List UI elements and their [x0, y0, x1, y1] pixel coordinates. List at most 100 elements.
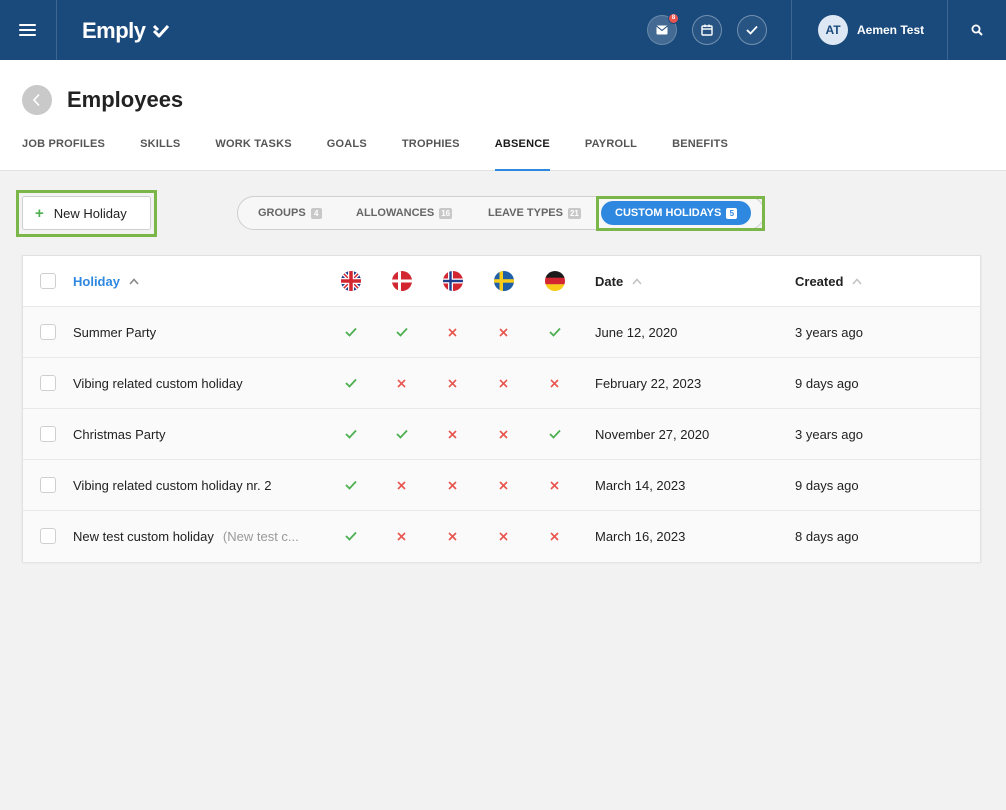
cross-icon [427, 307, 478, 357]
check-icon [325, 409, 376, 459]
tab-absence[interactable]: ABSENCE [494, 138, 551, 171]
segment-groups[interactable]: GROUPS 4 [258, 197, 322, 229]
row-checkbox[interactable] [40, 477, 56, 493]
check-icon [325, 511, 376, 561]
check-icon [376, 307, 427, 357]
table-row[interactable]: Vibing related custom holiday nr. 2 Marc… [23, 460, 980, 511]
cross-icon [376, 358, 427, 408]
table-row[interactable]: Christmas Party November 27, 2020 3 year… [23, 409, 980, 460]
calendar-button[interactable] [692, 15, 722, 45]
cross-icon [529, 460, 580, 510]
segment-label: GROUPS [258, 207, 306, 219]
cross-icon [376, 511, 427, 561]
segment-count: 16 [439, 207, 453, 219]
holiday-date: November 27, 2020 [595, 426, 710, 442]
sweden-flag-icon [493, 271, 514, 291]
search-button[interactable] [948, 0, 1006, 60]
plus-icon: + [35, 204, 44, 222]
check-icon [325, 307, 376, 357]
sort-up-icon[interactable] [129, 277, 139, 285]
uk-flag-icon [340, 271, 361, 291]
holiday-name-cell[interactable]: New test custom holiday (New test c... [73, 511, 299, 561]
holiday-name[interactable]: Christmas Party [73, 409, 165, 459]
row-checkbox[interactable] [40, 375, 56, 391]
tab-job-profiles[interactable]: JOB PROFILES [22, 138, 105, 171]
holiday-created: 8 days ago [795, 528, 859, 544]
cross-icon [478, 307, 529, 357]
mail-button[interactable]: 8 [647, 13, 679, 45]
segment-count: 21 [567, 207, 581, 219]
holiday-name[interactable]: Vibing related custom holiday nr. 2 [73, 460, 272, 510]
holiday-note: (New test c... [222, 528, 299, 544]
row-checkbox[interactable] [40, 528, 56, 544]
holiday-created: 3 years ago [795, 324, 863, 340]
check-icon [529, 409, 580, 459]
segment-leave-types[interactable]: LEAVE TYPES 21 [488, 197, 581, 229]
cross-icon [478, 460, 529, 510]
date-header-label: Date [595, 273, 624, 289]
custom-holidays-table: Holiday Date Created Summer Party June 1… [22, 255, 981, 562]
created-column-header[interactable]: Created [795, 256, 863, 306]
cross-icon [376, 460, 427, 510]
flag-uk [325, 256, 376, 306]
highlight-frame [596, 196, 765, 231]
logo[interactable]: Emply [82, 17, 170, 45]
chevron-left-icon [32, 93, 40, 107]
user-menu[interactable]: AT Aemen Test [818, 15, 924, 45]
page-header: Employees JOB PROFILES SKILLS WORK TASKS… [0, 60, 1006, 171]
table-header-row: Holiday Date Created [23, 256, 980, 307]
holiday-column-header[interactable]: Holiday [73, 256, 139, 306]
tab-payroll[interactable]: PAYROLL [585, 138, 637, 171]
calendar-icon [701, 24, 713, 36]
flag-sweden [478, 256, 529, 306]
table-row[interactable]: Summer Party June 12, 2020 3 years ago [23, 307, 980, 358]
table-row[interactable]: New test custom holiday (New test c... M… [23, 511, 980, 562]
norway-flag-icon [442, 271, 463, 291]
menu-icon[interactable] [0, 0, 56, 60]
holiday-name: New test custom holiday [73, 528, 214, 544]
top-bar: Emply 8 AT Aemen Test [0, 0, 1006, 60]
holiday-name[interactable]: Vibing related custom holiday [73, 358, 243, 408]
mail-icon [656, 25, 668, 35]
holiday-name[interactable]: Summer Party [73, 307, 156, 357]
check-icon [325, 358, 376, 408]
holiday-date: March 14, 2023 [595, 477, 686, 493]
row-checkbox[interactable] [40, 324, 56, 340]
tab-work-tasks[interactable]: WORK TASKS [215, 138, 291, 171]
germany-flag-icon [544, 271, 565, 291]
new-holiday-button[interactable]: + New Holiday [22, 196, 151, 230]
holiday-date: June 12, 2020 [595, 324, 678, 340]
table-row[interactable]: Vibing related custom holiday February 2… [23, 358, 980, 409]
new-holiday-label: New Holiday [53, 205, 127, 221]
denmark-flag-icon [391, 271, 412, 291]
back-button[interactable] [22, 85, 52, 115]
tasks-button[interactable] [737, 15, 767, 45]
flag-germany [529, 256, 580, 306]
sort-up-icon[interactable] [852, 277, 863, 285]
holiday-date: March 16, 2023 [595, 528, 686, 544]
holiday-header-label: Holiday [73, 273, 120, 289]
created-header-label: Created [795, 273, 844, 289]
select-all-checkbox[interactable] [40, 273, 56, 289]
logo-text: Emply [82, 18, 146, 43]
checkmark-icon [746, 25, 758, 35]
holiday-date: February 22, 2023 [595, 375, 702, 391]
check-icon [376, 409, 427, 459]
cross-icon [427, 511, 478, 561]
segment-allowances[interactable]: ALLOWANCES 16 [356, 197, 453, 229]
divider [791, 0, 792, 60]
segment-label: ALLOWANCES [356, 207, 435, 219]
page-title: Employees [67, 87, 184, 112]
segment-label: LEAVE TYPES [488, 207, 563, 219]
flag-norway [427, 256, 478, 306]
row-checkbox[interactable] [40, 426, 56, 442]
tab-trophies[interactable]: TROPHIES [402, 138, 460, 171]
segment-count: 4 [310, 207, 322, 219]
sort-up-icon[interactable] [632, 277, 642, 285]
date-column-header[interactable]: Date [595, 256, 642, 306]
holiday-created: 9 days ago [795, 375, 859, 391]
tab-goals[interactable]: GOALS [327, 138, 367, 171]
tab-benefits[interactable]: BENEFITS [672, 138, 728, 171]
check-icon [529, 307, 580, 357]
tab-skills[interactable]: SKILLS [140, 138, 180, 171]
